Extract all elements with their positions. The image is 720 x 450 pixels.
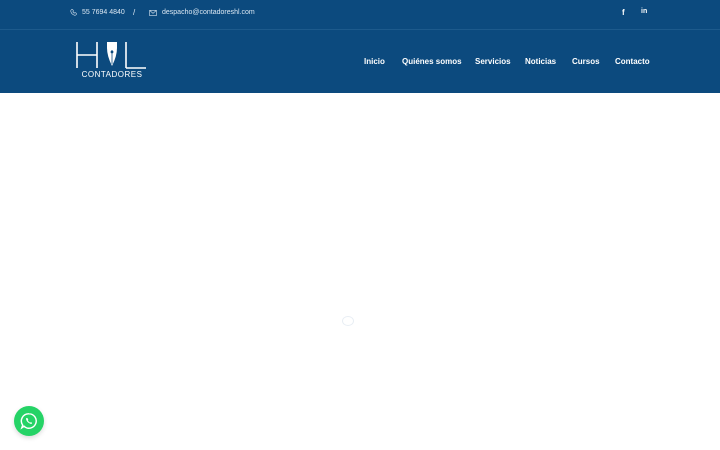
nav-item-cursos[interactable]: Cursos	[572, 57, 600, 66]
email-address: despacho@contadoreshl.com	[162, 9, 255, 16]
top-bar: 55 7694 4840 / despacho@contadoreshl.com…	[0, 0, 720, 30]
linkedin-icon[interactable]: in	[641, 8, 647, 15]
nav-item-servicios[interactable]: Servicios	[475, 57, 511, 66]
envelope-icon	[149, 9, 157, 16]
loader-icon	[342, 316, 354, 326]
phone-number: 55 7694 4840	[82, 9, 125, 16]
nav-item-noticias[interactable]: Noticias	[525, 57, 556, 66]
logo-text: CONTADORES	[81, 70, 143, 79]
phone-contact[interactable]: 55 7694 4840	[70, 9, 125, 16]
nav-item-quienes-somos[interactable]: Quiénes somos	[402, 57, 462, 66]
contact-separator: /	[133, 8, 136, 17]
whatsapp-icon	[20, 413, 37, 430]
nav-item-inicio[interactable]: Inicio	[364, 57, 385, 66]
main-navbar: CONTADORES Inicio Quiénes somos Servicio…	[0, 30, 720, 93]
nav-item-contacto[interactable]: Contacto	[615, 57, 650, 66]
whatsapp-button[interactable]	[14, 406, 44, 436]
phone-icon	[70, 9, 77, 16]
logo-mark	[76, 42, 146, 69]
brand-logo[interactable]: CONTADORES	[74, 40, 150, 84]
email-contact[interactable]: despacho@contadoreshl.com	[149, 9, 255, 16]
facebook-icon[interactable]: f	[622, 8, 625, 17]
